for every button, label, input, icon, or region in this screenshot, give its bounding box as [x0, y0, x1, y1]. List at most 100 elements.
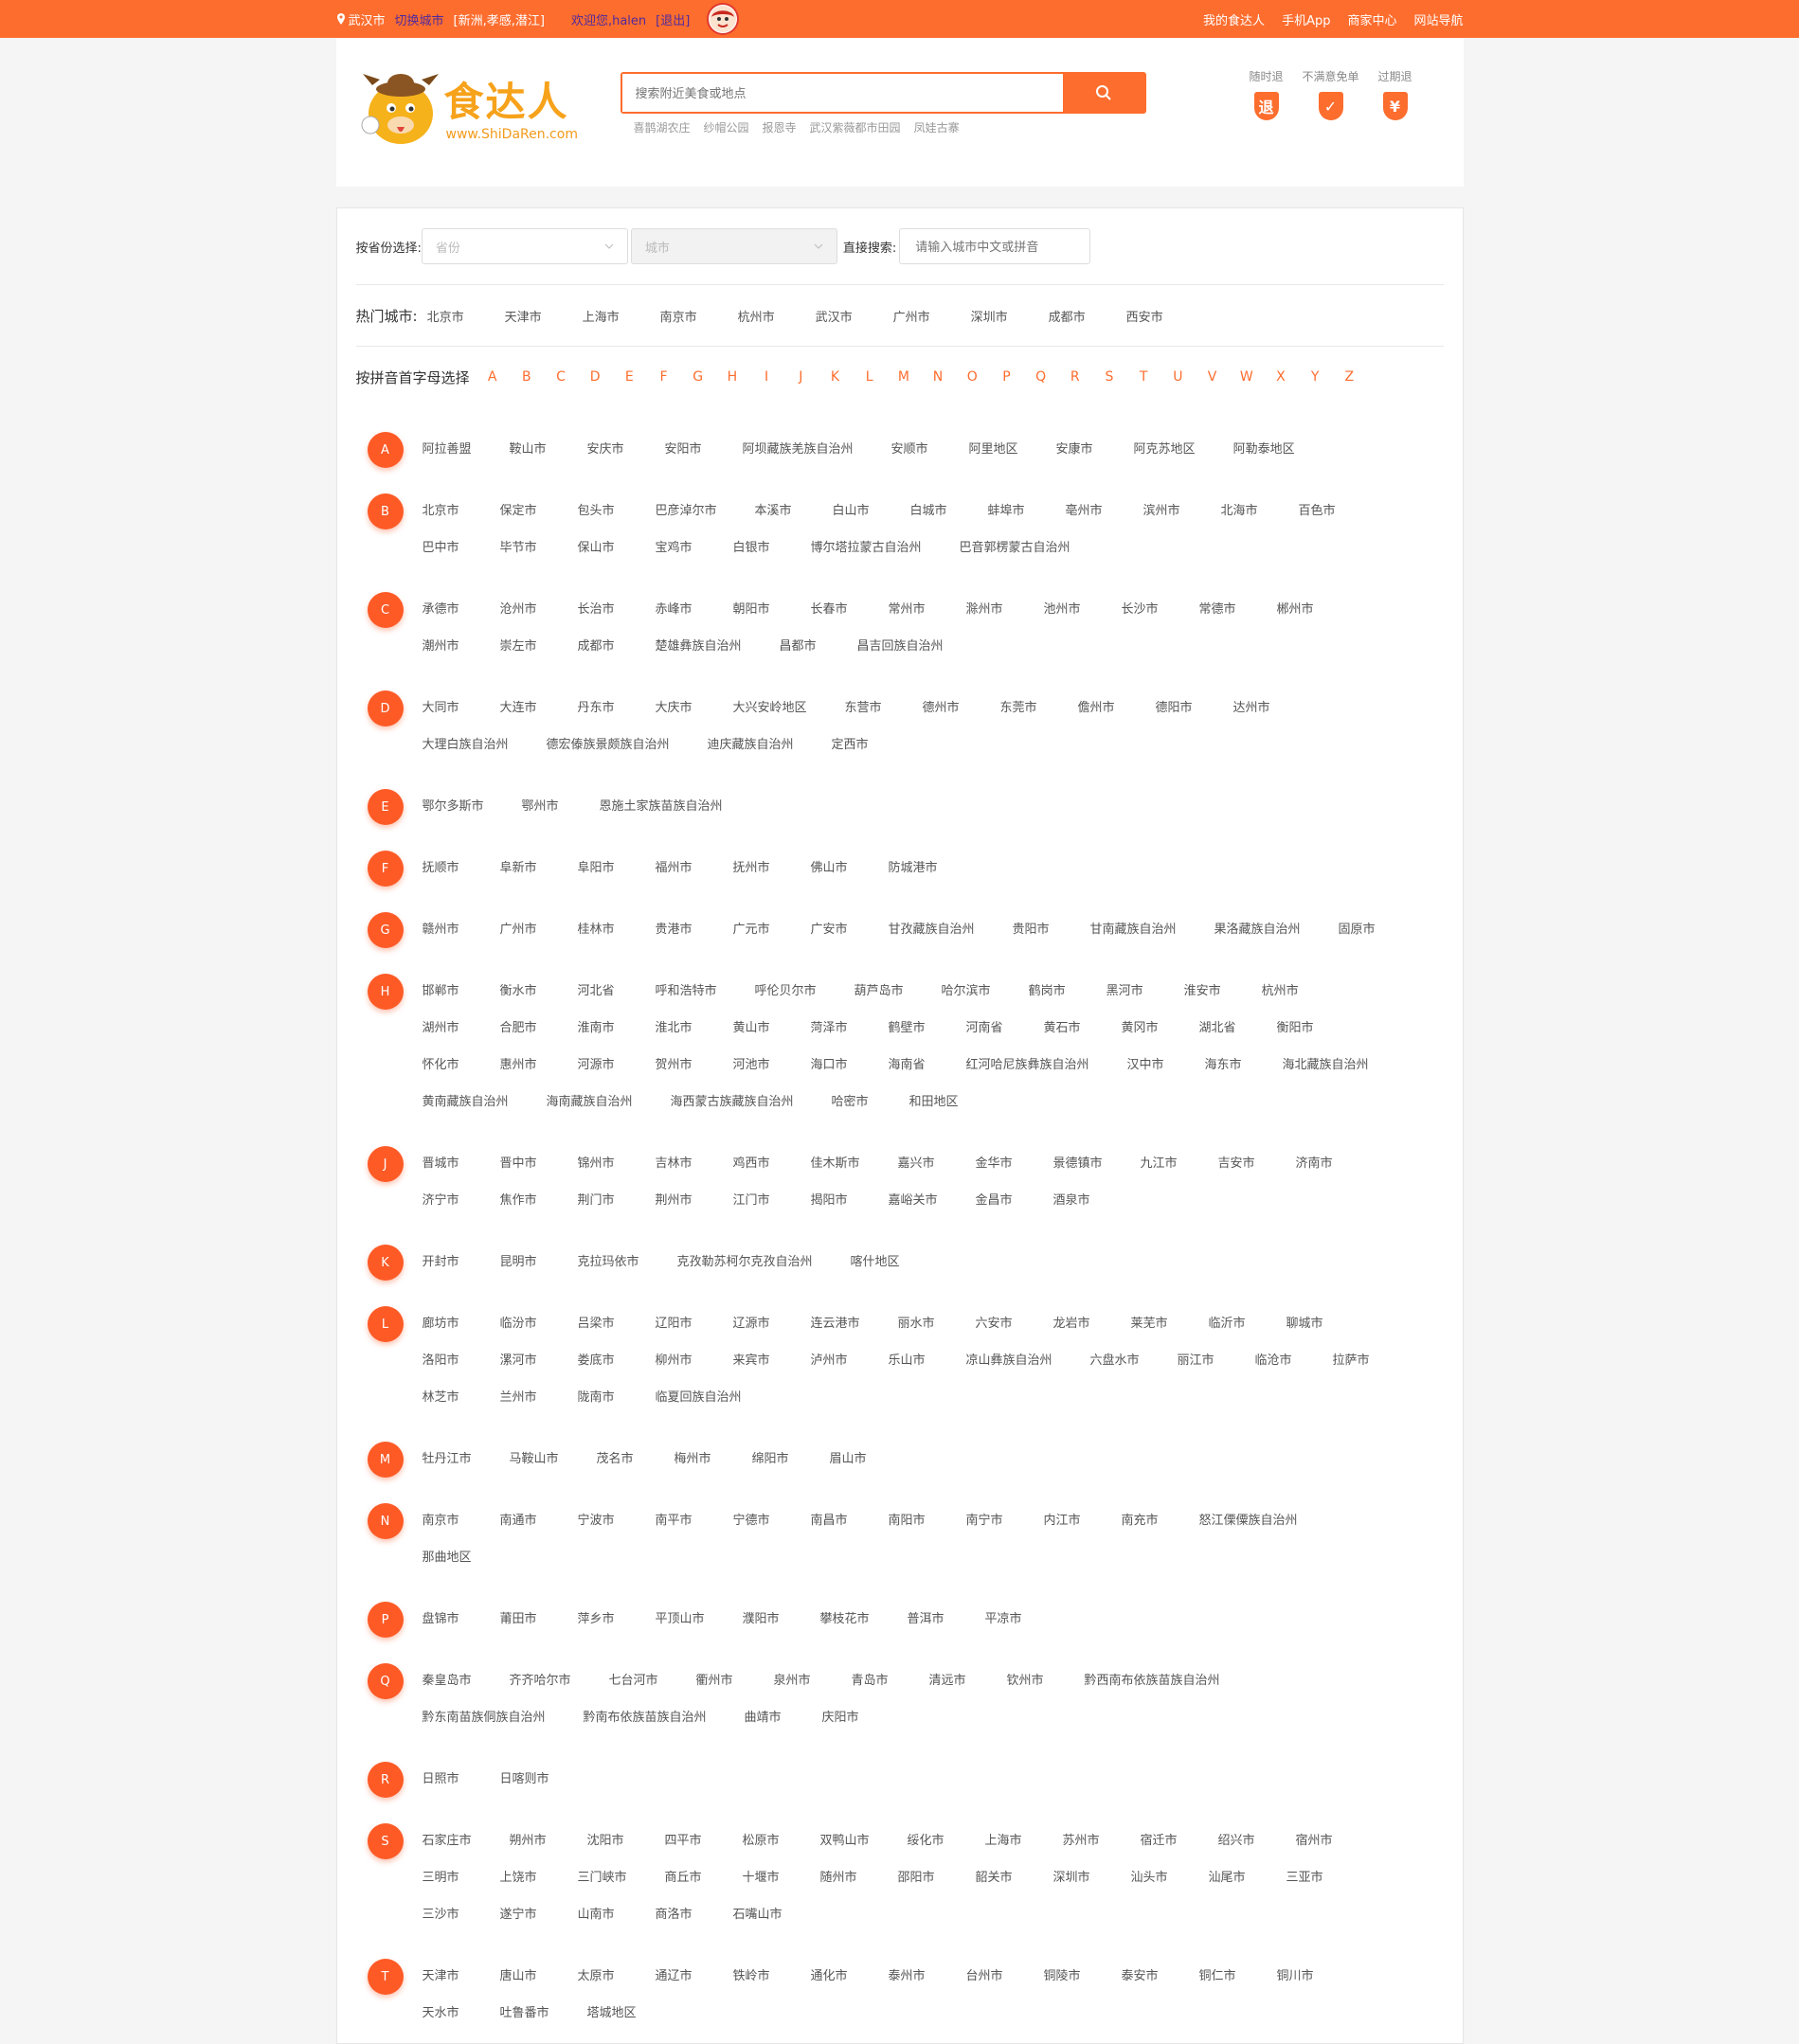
- city-link[interactable]: 定西市: [832, 736, 872, 773]
- alphabet-letter-h[interactable]: H: [715, 369, 749, 385]
- city-link[interactable]: 海西蒙古族藏族自治州: [671, 1093, 794, 1130]
- city-link[interactable]: 博尔塔拉蒙古自治州: [811, 539, 922, 576]
- city-link[interactable]: 景德镇市: [1053, 1155, 1103, 1192]
- city-link[interactable]: 黔西南布依族苗族自治州: [1085, 1672, 1220, 1709]
- hot-keyword[interactable]: 纱帽公园: [704, 119, 749, 135]
- city-link[interactable]: 泉州市: [774, 1672, 814, 1709]
- city-link[interactable]: 三明市: [423, 1869, 462, 1906]
- alphabet-letter-r[interactable]: R: [1058, 369, 1092, 385]
- avatar[interactable]: [707, 3, 740, 35]
- alphabet-letter-z[interactable]: Z: [1332, 369, 1366, 385]
- city-link[interactable]: 泰州市: [889, 1967, 928, 2004]
- city-link[interactable]: 广元市: [733, 921, 773, 958]
- alphabet-letter-i[interactable]: I: [749, 369, 783, 385]
- city-link[interactable]: 泰安市: [1122, 1967, 1161, 2004]
- city-link[interactable]: 丽江市: [1178, 1352, 1217, 1389]
- city-link[interactable]: 海北藏族自治州: [1283, 1056, 1369, 1093]
- city-link[interactable]: 金华市: [976, 1155, 1016, 1192]
- alphabet-letter-n[interactable]: N: [921, 369, 955, 385]
- city-link[interactable]: 铜仁市: [1199, 1967, 1239, 2004]
- alphabet-letter-x[interactable]: X: [1264, 369, 1298, 385]
- city-link[interactable]: 日照市: [423, 1770, 462, 1807]
- city-link[interactable]: 南昌市: [811, 1512, 851, 1549]
- city-link[interactable]: 安康市: [1056, 440, 1096, 477]
- city-link[interactable]: 宿州市: [1296, 1832, 1336, 1869]
- city-link[interactable]: 宿迁市: [1141, 1832, 1180, 1869]
- city-link[interactable]: 防城港市: [889, 859, 938, 896]
- city-link[interactable]: 梅州市: [675, 1450, 714, 1487]
- city-link[interactable]: 商洛市: [656, 1906, 695, 1943]
- city-link[interactable]: 洛阳市: [423, 1352, 462, 1389]
- city-link[interactable]: 那曲地区: [423, 1549, 472, 1586]
- city-link[interactable]: 十堰市: [743, 1869, 783, 1906]
- city-link[interactable]: 三沙市: [423, 1906, 462, 1943]
- city-link[interactable]: 怒江傈僳族自治州: [1199, 1512, 1298, 1549]
- city-link[interactable]: 巴彦淖尔市: [656, 502, 717, 539]
- city-link[interactable]: 黄冈市: [1122, 1019, 1161, 1056]
- city-link[interactable]: 阿拉善盟: [423, 440, 472, 477]
- city-link[interactable]: 吉安市: [1218, 1155, 1258, 1192]
- alphabet-letter-g[interactable]: G: [681, 369, 715, 385]
- city-link[interactable]: 黔东南苗族侗族自治州: [423, 1709, 546, 1746]
- city-link[interactable]: 天水市: [423, 2004, 462, 2041]
- alphabet-letter-a[interactable]: A: [476, 369, 510, 385]
- city-link[interactable]: 阿克苏地区: [1134, 440, 1196, 477]
- city-link[interactable]: 怀化市: [423, 1056, 462, 1093]
- city-link[interactable]: 陇南市: [578, 1389, 618, 1425]
- hot-city-link[interactable]: 深圳市: [971, 307, 1049, 325]
- city-link[interactable]: 桂林市: [578, 921, 618, 958]
- city-link[interactable]: 三门峡市: [578, 1869, 627, 1906]
- city-link[interactable]: 唐山市: [500, 1967, 540, 2004]
- city-link[interactable]: 莱芜市: [1131, 1315, 1171, 1352]
- city-link[interactable]: 阜阳市: [578, 859, 618, 896]
- city-link[interactable]: 盘锦市: [423, 1610, 462, 1647]
- city-link[interactable]: 大连市: [500, 699, 540, 736]
- city-link[interactable]: 巴音郭楞蒙古自治州: [960, 539, 1070, 576]
- city-link[interactable]: 和田地区: [909, 1093, 959, 1130]
- city-link[interactable]: 哈密市: [832, 1093, 872, 1130]
- alphabet-letter-q[interactable]: Q: [1024, 369, 1058, 385]
- city-link[interactable]: 双鸭山市: [820, 1832, 870, 1869]
- city-link[interactable]: 鞍山市: [510, 440, 549, 477]
- city-link[interactable]: 兰州市: [500, 1389, 540, 1425]
- city-link[interactable]: 临沧市: [1255, 1352, 1295, 1389]
- city-link[interactable]: 漯河市: [500, 1352, 540, 1389]
- city-link[interactable]: 滁州市: [966, 601, 1006, 637]
- city-link[interactable]: 呼伦贝尔市: [755, 982, 817, 1019]
- nav-my-account[interactable]: 我的食达人: [1203, 10, 1265, 28]
- hot-city-link[interactable]: 广州市: [893, 307, 971, 325]
- city-link[interactable]: 黄石市: [1044, 1019, 1084, 1056]
- city-link[interactable]: 东莞市: [1000, 699, 1040, 736]
- city-link[interactable]: 百色市: [1299, 502, 1339, 539]
- city-link[interactable]: 蚌埠市: [988, 502, 1028, 539]
- alphabet-letter-o[interactable]: O: [955, 369, 989, 385]
- city-link[interactable]: 铜川市: [1277, 1967, 1317, 2004]
- city-link[interactable]: 湖州市: [423, 1019, 462, 1056]
- city-link[interactable]: 铁岭市: [733, 1967, 773, 2004]
- city-link[interactable]: 东营市: [845, 699, 885, 736]
- alphabet-letter-e[interactable]: E: [612, 369, 646, 385]
- city-link[interactable]: 茂名市: [597, 1450, 637, 1487]
- city-link[interactable]: 上海市: [985, 1832, 1025, 1869]
- city-link[interactable]: 大庆市: [656, 699, 695, 736]
- hot-city-link[interactable]: 南京市: [660, 307, 738, 325]
- city-link[interactable]: 平凉市: [985, 1610, 1025, 1647]
- city-link[interactable]: 佳木斯市: [811, 1155, 860, 1192]
- hot-keyword[interactable]: 武汉紫薇都市田园: [810, 119, 901, 135]
- city-link[interactable]: 吕梁市: [578, 1315, 618, 1352]
- alphabet-letter-d[interactable]: D: [578, 369, 612, 385]
- city-link[interactable]: 青岛市: [852, 1672, 891, 1709]
- city-link[interactable]: 长春市: [811, 601, 851, 637]
- city-link[interactable]: 黑河市: [1106, 982, 1146, 1019]
- city-link[interactable]: 南阳市: [889, 1512, 928, 1549]
- city-link[interactable]: 菏泽市: [811, 1019, 851, 1056]
- city-link[interactable]: 黔南布依族苗族自治州: [584, 1709, 707, 1746]
- city-link[interactable]: 汉中市: [1127, 1056, 1167, 1093]
- city-link[interactable]: 克孜勒苏柯尔克孜自治州: [677, 1253, 813, 1290]
- city-link[interactable]: 绍兴市: [1218, 1832, 1258, 1869]
- city-link[interactable]: 台州市: [966, 1967, 1006, 2004]
- city-link[interactable]: 衡阳市: [1277, 1019, 1317, 1056]
- city-link[interactable]: 焦作市: [500, 1192, 540, 1228]
- welcome-text[interactable]: 欢迎您,halen: [571, 10, 646, 28]
- city-link[interactable]: 内江市: [1044, 1512, 1084, 1549]
